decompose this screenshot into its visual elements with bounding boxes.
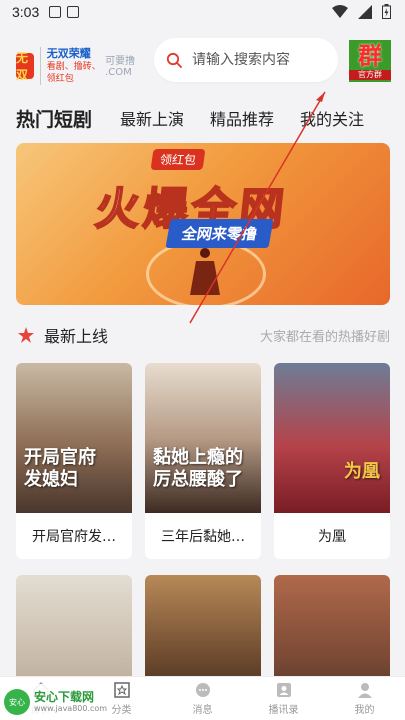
tab-hot-shorts[interactable]: 热门短剧 <box>16 105 92 132</box>
signal-icon <box>358 4 372 19</box>
banner-subtitle: 全网来零撸 <box>165 219 274 248</box>
logo-domain: 可要撸 .COM <box>105 56 136 78</box>
section-hint[interactable]: 大家都在看的热播好剧 <box>260 326 390 345</box>
official-group-button[interactable]: 群 官方群 <box>349 40 391 82</box>
status-bar: 3:03 <box>0 0 405 24</box>
logo-text: 无双荣耀 看剧、撸砖、领红包 <box>39 47 102 85</box>
logo-title: 无双荣耀 <box>46 47 91 60</box>
app-logo: 无双 无双荣耀 看剧、撸砖、领红包 可要撸 .COM <box>16 47 146 85</box>
poster-text: 黏她上瘾的 厉总腰酸了 <box>153 447 243 490</box>
drama-card[interactable]: 为凰 为凰 <box>274 363 390 559</box>
nav-contacts[interactable]: 播讯录 <box>243 677 324 720</box>
profile-icon <box>357 683 372 698</box>
message-icon <box>195 683 210 697</box>
battery-icon <box>382 4 391 19</box>
search-icon <box>166 52 182 68</box>
group-label: 官方群 <box>349 70 391 80</box>
watermark-title: 安心下载网 <box>34 690 95 704</box>
poster-text: 开局官府 发媳妇 <box>24 447 96 490</box>
sim-icon <box>49 6 62 18</box>
notification-icon <box>67 6 80 18</box>
nav-label: 我的 <box>354 705 375 716</box>
logo-subtitle: 看剧、撸砖、领红包 <box>46 62 101 84</box>
watermark-badge: 安心 <box>4 689 30 715</box>
section-header-new: 最新上线 大家都在看的热播好剧 <box>16 322 390 348</box>
drama-poster: 开局官府 发媳妇 <box>16 363 132 513</box>
flower-icon <box>18 327 34 343</box>
logo-badge: 无双 <box>16 51 34 82</box>
drama-title: 为凰 <box>318 529 346 545</box>
poster-text: 为凰 <box>344 461 380 482</box>
watermark-text: 安心下载网 www.java800.com <box>34 690 107 714</box>
drama-poster: 为凰 <box>274 363 390 513</box>
site-watermark: 安心 安心下载网 www.java800.com <box>0 684 110 720</box>
search-bar[interactable] <box>154 38 338 82</box>
drama-title: 开局官府发… <box>32 529 116 545</box>
promo-banner[interactable]: 领红包 火爆全网 全网来零撸 <box>16 143 390 305</box>
contacts-icon <box>276 683 291 697</box>
nav-label: 分类 <box>111 705 132 716</box>
nav-messages[interactable]: 消息 <box>162 677 243 720</box>
drama-card[interactable]: 开局官府 发媳妇 开局官府发… <box>16 363 132 559</box>
banner-tag: 领红包 <box>150 149 206 170</box>
tab-recommended[interactable]: 精品推荐 <box>210 106 274 130</box>
wifi-icon <box>332 4 348 18</box>
status-time: 3:03 <box>12 4 40 20</box>
section-title: 最新上线 <box>44 327 109 346</box>
drama-card[interactable]: 黏她上瘾的 厉总腰酸了 三年后黏她… <box>145 363 261 559</box>
drama-poster: 黏她上瘾的 厉总腰酸了 <box>145 363 261 513</box>
drama-title: 三年后黏她… <box>161 529 245 545</box>
tab-following[interactable]: 我的关注 <box>300 106 364 130</box>
banner-figure-illustration <box>190 248 220 295</box>
watermark-url: www.java800.com <box>34 704 108 713</box>
nav-label: 播讯录 <box>268 705 299 716</box>
category-tabs: 热门短剧 最新上演 精品推荐 我的关注 <box>16 103 396 133</box>
nav-profile[interactable]: 我的 <box>324 677 405 720</box>
category-icon <box>113 682 130 698</box>
top-header: 无双 无双荣耀 看剧、撸砖、领红包 可要撸 .COM 群 官方群 <box>16 38 391 88</box>
tab-latest[interactable]: 最新上演 <box>120 106 184 130</box>
nav-label: 消息 <box>192 705 213 716</box>
search-input[interactable] <box>192 52 332 68</box>
group-char: 群 <box>358 42 382 70</box>
